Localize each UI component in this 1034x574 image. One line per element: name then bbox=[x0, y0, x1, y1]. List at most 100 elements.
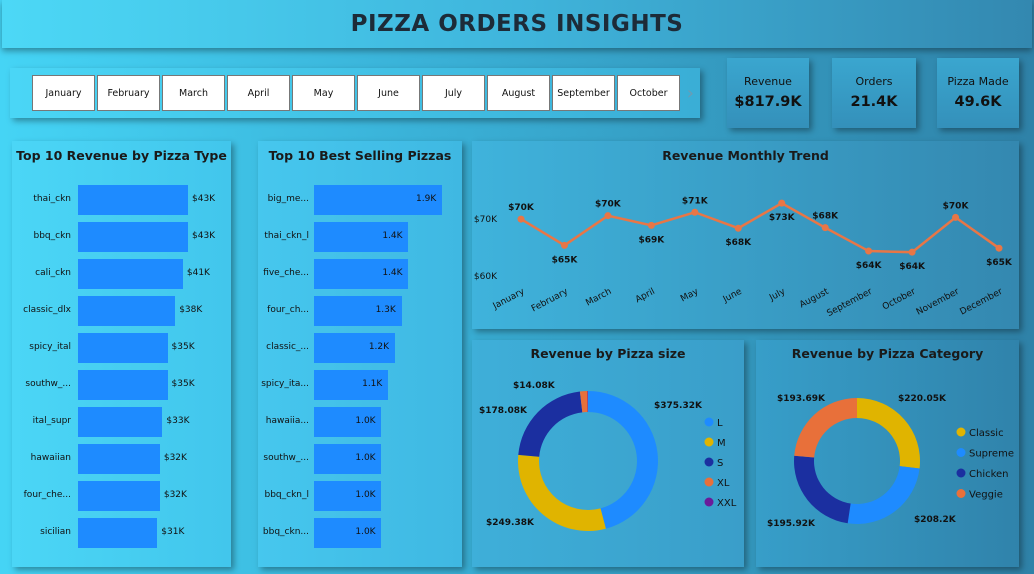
bar-category-label: thai_ckn_l bbox=[264, 231, 309, 241]
x-tick-label: January bbox=[491, 287, 527, 313]
x-tick-label: May bbox=[679, 287, 701, 305]
bar-row[interactable]: bbq_ckn_l 1.0K bbox=[258, 481, 462, 511]
legend-label: S bbox=[717, 458, 723, 469]
y-tick-label: $70K bbox=[474, 215, 498, 225]
slice-value-label: $249.38K bbox=[486, 518, 535, 528]
bar-value-label: $38K bbox=[179, 305, 203, 315]
kpi-label: Orders bbox=[855, 75, 893, 88]
kpi-value: $817.9K bbox=[734, 94, 802, 110]
legend-marker bbox=[956, 427, 966, 437]
bar[interactable] bbox=[78, 296, 176, 326]
bar-category-label: four_che... bbox=[23, 490, 71, 500]
kpi-card-pizza-made: Pizza Made 49.6K bbox=[937, 58, 1019, 128]
bar-row[interactable]: spicy_ita... 1.1K bbox=[258, 370, 462, 400]
bar-row[interactable]: spicy_ital $35K bbox=[12, 333, 231, 363]
bar-category-label: big_me... bbox=[267, 194, 309, 204]
top-revenue-panel: Top 10 Revenue by Pizza Type thai_ckn $43… bbox=[12, 141, 231, 567]
month-button-february[interactable]: February bbox=[97, 75, 160, 111]
data-label: $69K bbox=[638, 235, 665, 245]
bar[interactable] bbox=[78, 407, 163, 437]
bar-row[interactable]: thai_ckn $43K bbox=[12, 185, 231, 215]
bar-value-label: 1.4K bbox=[382, 231, 403, 241]
month-button-june[interactable]: June bbox=[357, 75, 420, 111]
data-point bbox=[995, 244, 1003, 252]
data-point bbox=[952, 213, 960, 221]
month-button-july[interactable]: July bbox=[422, 75, 485, 111]
month-button-october[interactable]: October bbox=[617, 75, 680, 111]
bar[interactable] bbox=[78, 222, 188, 252]
bar-row[interactable]: ital_supr $33K bbox=[12, 407, 231, 437]
legend-marker bbox=[956, 468, 966, 478]
kpi-value: 49.6K bbox=[954, 94, 1002, 110]
category-donut-panel: Revenue by Pizza Category $220.05K $208.2… bbox=[756, 340, 1019, 567]
bar-row[interactable]: southw_... $35K bbox=[12, 370, 231, 400]
bar-row[interactable]: sicilian $31K bbox=[12, 518, 231, 548]
bar-row[interactable]: four_che... $32K bbox=[12, 481, 231, 511]
kpi-card-orders: Orders 21.4K bbox=[832, 58, 916, 128]
bar-category-label: bbq_ckn bbox=[33, 231, 71, 241]
slice-value-label: $14.08K bbox=[513, 381, 556, 391]
line-chart-monthly-trend: $70K $60K $70K January $65K February $70K March… bbox=[474, 196, 1013, 319]
bar-row[interactable]: four_ch... 1.3K bbox=[258, 296, 462, 326]
donut-slice bbox=[518, 391, 583, 457]
bar[interactable] bbox=[78, 370, 168, 400]
best-selling-panel: Top 10 Best Selling Pizzas big_me... 1.9K… bbox=[258, 141, 462, 567]
bar-value-label: $35K bbox=[171, 379, 195, 389]
legend-label: M bbox=[717, 438, 726, 449]
x-tick-label: March bbox=[584, 287, 613, 309]
month-button-january[interactable]: January bbox=[32, 75, 95, 111]
bar-category-label: sicilian bbox=[40, 527, 71, 537]
month-button-september[interactable]: September bbox=[552, 75, 615, 111]
x-tick-label: February bbox=[530, 287, 571, 315]
bar-value-label: $43K bbox=[192, 194, 216, 204]
bar-category-label: classic_... bbox=[266, 342, 309, 352]
data-label: $65K bbox=[552, 255, 579, 265]
bar-category-label: thai_ckn bbox=[33, 194, 71, 204]
bar-row[interactable]: hawaiian $32K bbox=[12, 444, 231, 474]
data-point bbox=[778, 199, 786, 207]
chevron-right-icon[interactable]: › bbox=[687, 83, 694, 104]
bar-value-label: 1.2K bbox=[368, 342, 390, 352]
bar-row[interactable]: bbq_ckn $43K bbox=[12, 222, 231, 252]
legend-label: XXL bbox=[717, 498, 737, 509]
bar-row[interactable]: big_me... 1.9K bbox=[258, 185, 462, 215]
data-point bbox=[604, 212, 612, 220]
month-button-april[interactable]: April bbox=[227, 75, 290, 111]
size-donut-panel: Revenue by Pizza size $375.32K $249.38K $1… bbox=[472, 340, 744, 567]
bar-row[interactable]: bbq_ckn... 1.0K bbox=[258, 518, 462, 548]
x-tick-label: June bbox=[721, 287, 744, 306]
slice-value-label: $375.32K bbox=[654, 401, 703, 411]
slice-value-label: $195.92K bbox=[767, 519, 816, 529]
x-tick-label: September bbox=[825, 287, 874, 319]
bar[interactable] bbox=[78, 333, 168, 363]
bar-row[interactable]: cali_ckn $41K bbox=[12, 259, 231, 289]
slice-value-label: $220.05K bbox=[898, 394, 947, 404]
bar-value-label: 1.4K bbox=[382, 268, 403, 278]
monthly-trend-panel: Revenue Monthly Trend $70K $60K $70K Januar… bbox=[472, 141, 1019, 329]
legend-marker bbox=[704, 417, 714, 427]
bar-row[interactable]: classic_... 1.2K bbox=[258, 333, 462, 363]
bar[interactable] bbox=[78, 481, 160, 511]
bar[interactable] bbox=[78, 518, 158, 548]
data-point bbox=[865, 247, 873, 255]
bar-row[interactable]: classic_dlx $38K bbox=[12, 296, 231, 326]
bar-row[interactable]: southw_... 1.0K bbox=[258, 444, 462, 474]
bar-row[interactable]: five_che... 1.4K bbox=[258, 259, 462, 289]
bar[interactable] bbox=[78, 444, 160, 474]
donut-chart-size: $375.32K $249.38K $178.08K $14.08K LMS XL XXL bbox=[479, 381, 737, 531]
legend-marker bbox=[956, 489, 966, 498]
data-point bbox=[647, 221, 655, 229]
bar-value-label: 1.3K bbox=[375, 305, 396, 315]
bar[interactable] bbox=[78, 185, 188, 215]
bar[interactable] bbox=[78, 259, 183, 289]
month-button-may[interactable]: May bbox=[292, 75, 355, 111]
bar-value-label: $32K bbox=[163, 453, 187, 463]
donut-slice bbox=[794, 398, 857, 458]
month-button-august[interactable]: August bbox=[487, 75, 550, 111]
bar-category-label: five_che... bbox=[263, 268, 309, 278]
month-button-march[interactable]: March bbox=[162, 75, 225, 111]
bar-row[interactable]: hawaiia... 1.0K bbox=[258, 407, 462, 437]
data-label: $71K bbox=[682, 196, 709, 206]
bar-row[interactable]: thai_ckn_l 1.4K bbox=[258, 222, 462, 252]
data-label: $68K bbox=[725, 238, 752, 248]
